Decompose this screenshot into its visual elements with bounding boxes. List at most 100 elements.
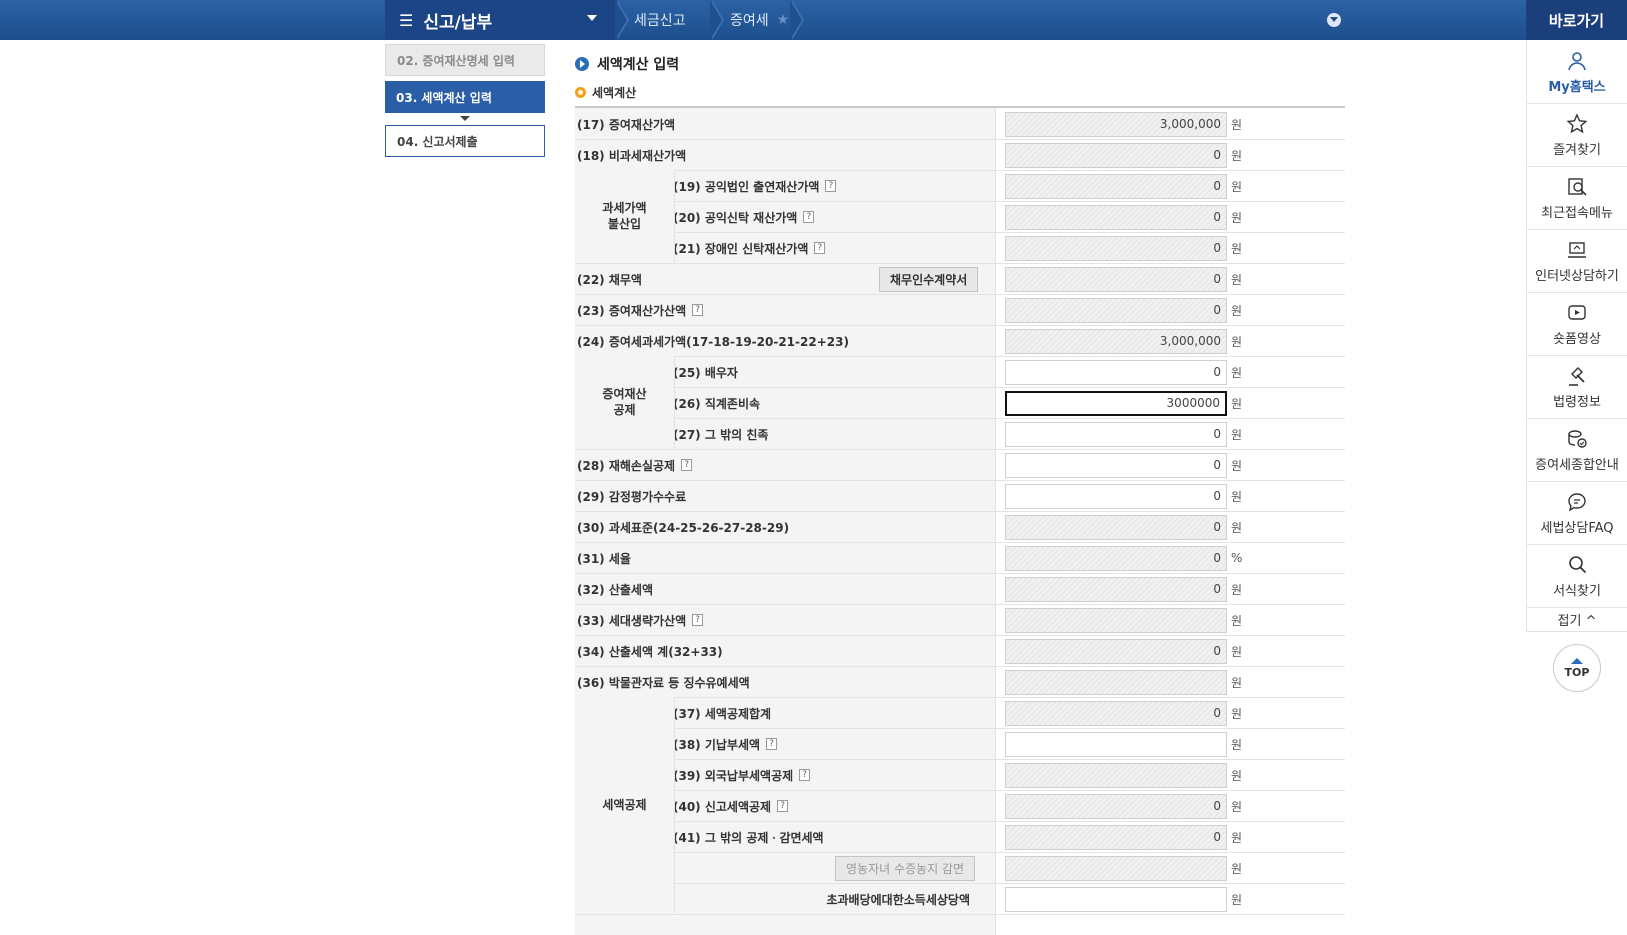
unit-label: 원 <box>1231 737 1243 752</box>
row-label: (27) 그 밖의 친족 <box>673 427 769 442</box>
step-03-tax-calculation[interactable]: 03. 세액계산 입력 <box>385 81 545 113</box>
help-icon[interactable]: ? <box>681 459 693 471</box>
amount-field <box>1005 763 1227 788</box>
favorite-star-icon[interactable]: ★ <box>777 12 790 28</box>
quick-menu-item[interactable]: 증여세종합안내 <box>1527 420 1627 482</box>
group-label-g1: 과세가액 불산입 <box>575 170 675 262</box>
row-label: (28) 재해손실공제? <box>577 449 693 481</box>
row-label: (40) 신고세액공제? <box>673 790 789 822</box>
farmer-reduction-button[interactable]: 영농자녀 수증농지 감면 <box>835 856 976 881</box>
unit-label: 원 <box>1231 334 1243 349</box>
amount-field <box>1005 608 1227 633</box>
quick-menu: 접기 ^ My홈택스 즐겨찾기 최근접속메뉴 인터넷상담하기 숏폼영상 법령정보 증여세종합… <box>1526 40 1627 632</box>
row-label: (21) 장애인 신탁재산가액? <box>673 232 826 264</box>
form-row: (32) 산출세액 0 원 <box>575 573 1345 605</box>
help-icon[interactable]: ? <box>799 769 811 781</box>
unit-label: 원 <box>1231 489 1243 504</box>
unit-label: 원 <box>1231 365 1243 380</box>
form-row: (17) 증여재산가액 3,000,000 원 <box>575 108 1345 140</box>
amount-field[interactable] <box>1005 732 1227 757</box>
quick-menu-item[interactable]: 즐겨찾기 <box>1527 105 1627 167</box>
quick-menu-item[interactable]: My홈택스 <box>1527 42 1627 104</box>
unit-label: 원 <box>1231 613 1243 628</box>
debt-contract-button[interactable]: 채무인수계약서 <box>879 267 979 292</box>
row-label: (23) 증여재산가산액? <box>577 294 704 326</box>
help-icon[interactable]: ? <box>766 738 778 750</box>
fold-button[interactable]: 접기 ^ <box>1527 606 1627 632</box>
row-label: (20) 공익신탁 재산가액? <box>673 201 815 233</box>
play-icon <box>1568 305 1586 320</box>
group-label-g2: 증여재산 공제 <box>575 356 675 448</box>
help-icon[interactable]: ? <box>692 614 704 626</box>
row-label: (30) 과세표준(24-25-26-27-28-29) <box>577 520 790 535</box>
unit-label: 원 <box>1231 148 1243 163</box>
form-row: (21) 장애인 신탁재산가액? 0 원 <box>575 232 1345 264</box>
sub-section-title: 세액계산 <box>575 84 636 101</box>
amount-field[interactable] <box>1005 887 1227 912</box>
row-label: (36) 박물관자료 등 징수유예세액 <box>577 675 750 690</box>
form-row: (23) 증여재산가산액? 0 원 <box>575 294 1345 326</box>
row-label: (26) 직계존비속 <box>673 396 761 411</box>
step-04-submit[interactable]: 04. 신고서제출 <box>385 125 545 157</box>
form-row: (28) 재해손실공제? 0 원 <box>575 449 1345 481</box>
chevron-down-icon <box>587 15 597 21</box>
breadcrumb-gift-tax[interactable]: 증여세 ★ <box>730 0 789 40</box>
quick-menu-item[interactable]: 세법상담FAQ <box>1527 483 1627 545</box>
help-icon[interactable]: ? <box>803 211 815 223</box>
form-row: (27) 그 밖의 친족 0 원 <box>575 418 1345 450</box>
quick-menu-item[interactable]: 최근접속메뉴 <box>1527 168 1627 230</box>
unit-label: 원 <box>1231 396 1243 411</box>
form-row: 초과배당에대한소득세상당액 원 <box>575 883 1345 915</box>
amount-field: 0 <box>1005 794 1227 819</box>
form-row: (38) 기납부세액? 원 <box>575 728 1345 760</box>
quick-menu-item[interactable]: 서식찾기 <box>1527 546 1627 608</box>
amount-field[interactable]: 3000000 <box>1005 391 1227 416</box>
form-row: (19) 공익법인 출연재산가액? 0 원 <box>575 170 1345 202</box>
unit-label: % <box>1231 551 1243 565</box>
form-row: (24) 증여세과세가액(17-18-19-20-21-22+23) 3,000,… <box>575 325 1345 357</box>
form-row: (37) 세액공제합계 0 원 <box>575 697 1345 729</box>
amount-field: 3,000,000 <box>1005 112 1227 137</box>
amount-field[interactable]: 0 <box>1005 360 1227 385</box>
form-row: (41) 그 밖의 공제ㆍ감면세액 0 원 <box>575 821 1345 853</box>
star-icon <box>1566 113 1588 134</box>
row-label: (24) 증여세과세가액(17-18-19-20-21-22+23) <box>577 334 849 349</box>
quick-menu-item[interactable]: 법령정보 <box>1527 357 1627 419</box>
row-label: (18) 비과세재산가액 <box>577 148 687 163</box>
amount-field[interactable]: 0 <box>1005 453 1227 478</box>
unit-label: 원 <box>1231 520 1243 535</box>
form-row: (22) 채무액 0 원 채무인수계약서 <box>575 263 1345 295</box>
laptop-icon <box>1568 242 1586 258</box>
step-arrow-icon <box>460 116 470 121</box>
unit-label: 원 <box>1231 768 1243 783</box>
row-label: (19) 공익법인 출연재산가액? <box>673 170 837 202</box>
row-label: (33) 세대생략가산액? <box>577 604 704 636</box>
amount-field[interactable]: 0 <box>1005 484 1227 509</box>
unit-label: 원 <box>1231 272 1243 287</box>
breadcrumb-expand-icon[interactable] <box>1327 13 1341 27</box>
unit-label: 원 <box>1231 210 1243 225</box>
amount-field[interactable]: 0 <box>1005 422 1227 447</box>
amount-field: 0 <box>1005 143 1227 168</box>
menu-dropdown[interactable]: ☰ 신고/납부 <box>385 0 617 40</box>
unit-label: 원 <box>1231 241 1243 256</box>
unit-label: 원 <box>1231 644 1243 659</box>
step-02-gift-property[interactable]: 02. 증여재산명세 입력 <box>385 44 545 76</box>
form-row: (30) 과세표준(24-25-26-27-28-29) 0 원 <box>575 511 1345 543</box>
row-label: (39) 외국납부세액공제? <box>673 759 811 791</box>
quick-menu-item[interactable]: 인터넷상담하기 <box>1527 231 1627 293</box>
amount-field: 0 <box>1005 825 1227 850</box>
row-label: (38) 기납부세액? <box>673 728 778 760</box>
form-row: 원 영농자녀 수증농지 감면 <box>575 852 1345 884</box>
amount-field: 0 <box>1005 701 1227 726</box>
help-icon[interactable]: ? <box>777 800 789 812</box>
help-icon[interactable]: ? <box>814 242 826 254</box>
row-label: (17) 증여재산가액 <box>577 117 676 132</box>
help-icon[interactable]: ? <box>692 304 704 316</box>
form-row: (25) 배우자 0 원 <box>575 356 1345 388</box>
breadcrumb-tax-filing[interactable]: 세금신고 <box>634 0 686 40</box>
tax-calculation-form: (17) 증여재산가액 3,000,000 원 (18) 비과세재산가액 0 원 (19) … <box>575 106 1345 935</box>
quick-menu-item[interactable]: 숏폼영상 <box>1527 294 1627 356</box>
scroll-top-button[interactable]: TOP <box>1553 644 1601 692</box>
help-icon[interactable]: ? <box>825 180 837 192</box>
